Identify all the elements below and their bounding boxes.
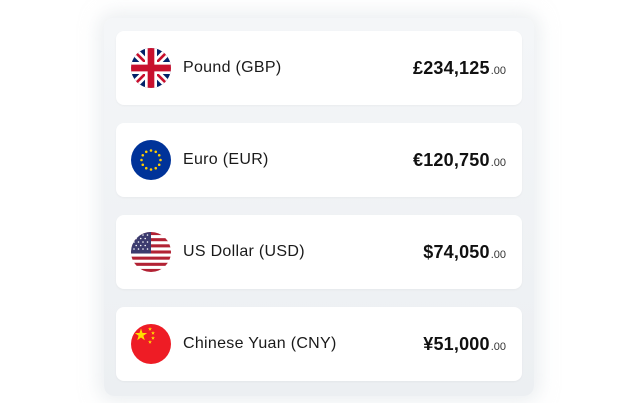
currency-row-eur[interactable]: Euro (EUR) €120,750.00	[116, 123, 522, 197]
currency-row-cny[interactable]: Chinese Yuan (CNY) ¥51,000.00	[116, 307, 522, 381]
amount-cents: .00	[490, 249, 506, 261]
currency-amount: £234,125.00	[413, 31, 506, 105]
eu-flag-icon	[131, 140, 171, 180]
cn-flag-icon	[131, 324, 171, 364]
currency-amount: ¥51,000.00	[423, 307, 506, 381]
amount-cents: .00	[490, 341, 506, 353]
amount-cents: .00	[490, 157, 506, 169]
uk-flag-icon	[131, 48, 171, 88]
currency-name: Euro (EUR)	[183, 151, 269, 168]
currency-row-gbp[interactable]: Pound (GBP) £234,125.00	[116, 31, 522, 105]
currency-row-usd[interactable]: US Dollar (USD) $74,050.00	[116, 215, 522, 289]
us-flag-icon	[131, 232, 171, 272]
currency-name: US Dollar (USD)	[183, 243, 305, 260]
currency-name: Pound (GBP)	[183, 59, 282, 76]
currency-amount: $74,050.00	[423, 215, 506, 289]
amount-value: €120,750	[413, 150, 490, 170]
amount-value: $74,050	[423, 242, 490, 262]
amount-value: £234,125	[413, 58, 490, 78]
amount-value: ¥51,000	[423, 334, 490, 354]
currency-name: Chinese Yuan (CNY)	[183, 335, 337, 352]
amount-cents: .00	[490, 65, 506, 77]
currency-amount: €120,750.00	[413, 123, 506, 197]
